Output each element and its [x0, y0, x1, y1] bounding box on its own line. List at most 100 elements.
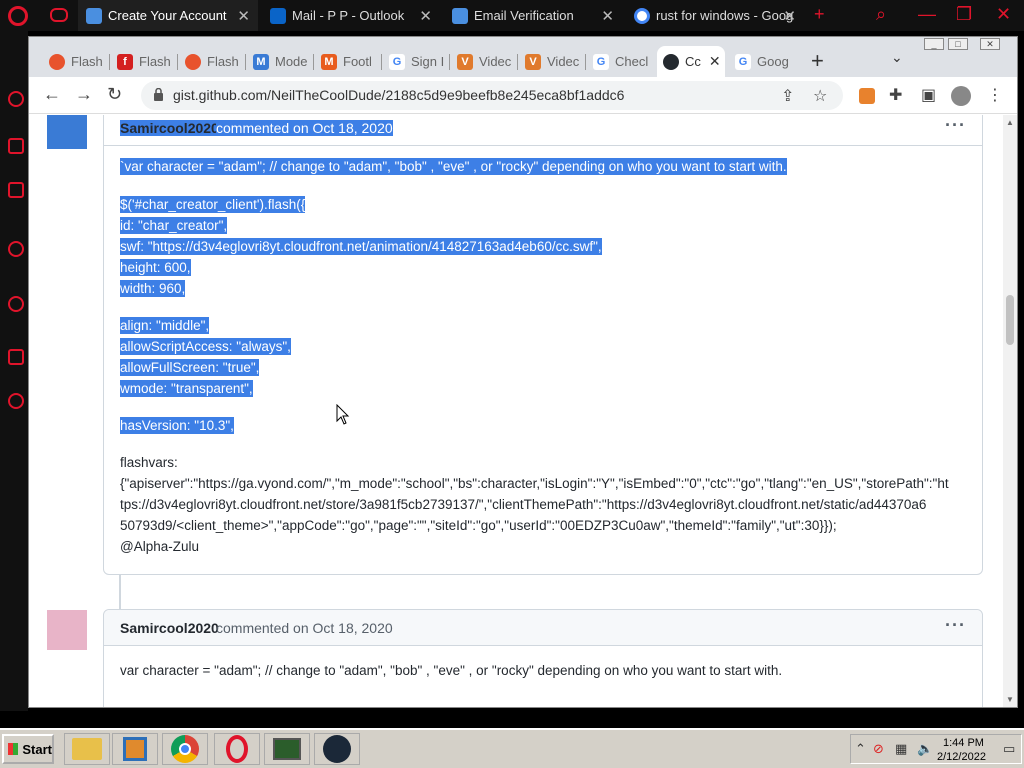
reload-icon[interactable]: ↻ [107, 84, 122, 105]
code-line: id: "char_creator", [120, 217, 228, 234]
start-button[interactable]: Start [2, 734, 54, 764]
settings-icon[interactable] [8, 393, 24, 409]
bookmark-star-icon[interactable]: ☆ [813, 86, 827, 106]
close-icon[interactable]: ✕ [237, 7, 250, 25]
comment-meta[interactable]: commented on Oct 18, 2020 [216, 120, 393, 136]
forward-icon[interactable]: → [75, 84, 93, 105]
minimize-button[interactable]: _ [924, 38, 944, 50]
close-icon[interactable]: ✕ [419, 7, 432, 25]
chrome-tab[interactable]: G Goog [729, 46, 795, 77]
task-manager-app[interactable] [264, 733, 310, 765]
address-bar[interactable]: gist.github.com/NeilTheCoolDude/2188c5d9… [141, 81, 843, 110]
extensions-puzzle-icon[interactable]: ✚ [889, 85, 902, 105]
chrome-window: _ □ ✕ Flash f Flash Flash M Mode M Footl… [28, 36, 1018, 708]
chrome-tab[interactable]: M Footl [315, 46, 381, 77]
cube-icon[interactable] [8, 349, 24, 365]
more-options-icon[interactable]: ··· [945, 115, 966, 136]
code-line: flashvars: [120, 455, 178, 470]
chrome-tab[interactable]: Flash [179, 46, 245, 77]
opera-sidebar [0, 31, 28, 711]
security-icon[interactable]: ⊘ [873, 741, 884, 757]
avatar[interactable] [47, 610, 87, 650]
restore-icon[interactable]: ❐ [956, 4, 972, 25]
code-line: width: 960, [120, 280, 186, 297]
opera-tab-email-verification[interactable]: Email Verification ✕ [444, 0, 622, 31]
comment-header: Samircool2020 commented on Oct 18, 2020 … [104, 610, 982, 646]
code-line: 50793d9/<client_theme>","appCode":"go","… [120, 518, 837, 533]
file-explorer-app[interactable] [64, 733, 110, 765]
scroll-down-icon[interactable]: ▼ [1006, 695, 1014, 704]
close-tab-icon[interactable]: ✕ [709, 53, 721, 70]
search-icon[interactable]: ⌕ [876, 4, 886, 25]
media-app[interactable] [112, 733, 158, 765]
tab-search-icon[interactable]: ⌄ [891, 49, 903, 66]
code-line: swf: "https://d3v4eglovri8yt.cloudfront.… [120, 238, 602, 255]
chrome-tab-label: Flash [71, 54, 103, 69]
monitor-icon [273, 738, 301, 760]
more-options-icon[interactable]: ··· [945, 615, 966, 636]
opera-app[interactable] [214, 733, 260, 765]
chrome-tab[interactable]: G Checl [587, 46, 653, 77]
google-icon: G [735, 53, 751, 70]
bag-icon[interactable] [8, 138, 24, 154]
side-panel-icon[interactable]: ▣ [921, 85, 936, 105]
network-icon[interactable]: ▦ [895, 741, 907, 757]
code-line: {"apiserver":"https://ga.vyond.com/","m_… [120, 476, 949, 491]
windows-flag-icon [8, 743, 19, 755]
comment-author[interactable]: Samircool2020 [120, 620, 219, 636]
v-icon: V [525, 53, 541, 70]
clock-date[interactable]: 2/12/2022 [937, 751, 986, 763]
chrome-tab-active[interactable]: Cc ✕ [657, 46, 725, 77]
chrome-tab[interactable]: V Videc [451, 46, 517, 77]
menu-kebab-icon[interactable]: ⋮ [987, 85, 1003, 105]
volume-icon[interactable]: 🔈 [917, 741, 933, 757]
opera-tab-rust[interactable]: rust for windows - Goog ✕ [626, 0, 804, 31]
tray-expand-icon[interactable]: ⌃ [855, 741, 866, 757]
opera-tab-create-account[interactable]: Create Your Account ✕ [78, 0, 258, 31]
chrome-tab-label: Videc [547, 54, 580, 69]
new-tab-button[interactable]: + [811, 48, 824, 74]
new-tab-icon[interactable]: + [814, 4, 825, 25]
chrome-tab[interactable]: M Mode [247, 46, 313, 77]
comment-meta[interactable]: commented on Oct 18, 2020 [216, 620, 393, 636]
comment: Samircool2020 commented on Oct 18, 2020 … [103, 609, 983, 707]
comment-author[interactable]: Samircool2020 [120, 120, 219, 136]
extension-flash-icon[interactable] [859, 88, 875, 104]
page-scrollbar[interactable]: ▲ ▼ [1003, 115, 1017, 707]
player-icon[interactable] [8, 241, 24, 257]
github-icon [663, 53, 679, 70]
chrome-tab[interactable]: f Flash [111, 46, 177, 77]
clock-time[interactable]: 1:44 PM [943, 737, 984, 749]
close-button[interactable]: ✕ [980, 38, 1000, 50]
chrome-tab[interactable]: G Sign I [383, 46, 449, 77]
code-line: var character = "adam"; // change to "ad… [120, 663, 783, 678]
system-tray: ⌃ ⊘ ▦ 🔈 1:44 PM 2/12/2022 ▭ [850, 734, 1022, 764]
close-icon[interactable]: ✕ [601, 7, 614, 25]
chrome-tab[interactable]: Flash [43, 46, 109, 77]
comment: Samircool2020 commented on Oct 18, 2020 … [103, 115, 983, 575]
speed-dial-icon[interactable] [8, 91, 24, 107]
opera-logo-icon[interactable] [8, 6, 28, 26]
share-icon[interactable]: ⇪ [781, 86, 794, 106]
show-desktop-icon[interactable]: ▭ [1003, 741, 1015, 757]
chrome-app[interactable] [162, 733, 208, 765]
back-icon[interactable]: ← [43, 84, 61, 105]
history-icon[interactable] [8, 296, 24, 312]
steam-app[interactable] [314, 733, 360, 765]
profile-avatar-icon[interactable] [951, 86, 971, 106]
maximize-button[interactable]: □ [948, 38, 968, 50]
close-icon[interactable]: ✕ [783, 7, 796, 25]
gamepad-icon[interactable] [50, 8, 68, 22]
close-window-icon[interactable]: ✕ [996, 4, 1011, 25]
scroll-thumb[interactable] [1006, 295, 1014, 345]
avatar[interactable] [47, 115, 87, 149]
minimize-icon[interactable]: — [918, 4, 936, 25]
scroll-up-icon[interactable]: ▲ [1006, 118, 1014, 127]
mention-link[interactable]: @Alpha-Zulu [120, 536, 199, 557]
opera-tab-outlook[interactable]: Mail - P P - Outlook ✕ [262, 0, 440, 31]
twitch-icon[interactable] [8, 182, 24, 198]
flash-player-icon: f [117, 53, 133, 70]
code-line: hasVersion: "10.3", [120, 417, 234, 434]
m-orange-icon: M [321, 53, 337, 70]
chrome-tab[interactable]: V Videc [519, 46, 585, 77]
